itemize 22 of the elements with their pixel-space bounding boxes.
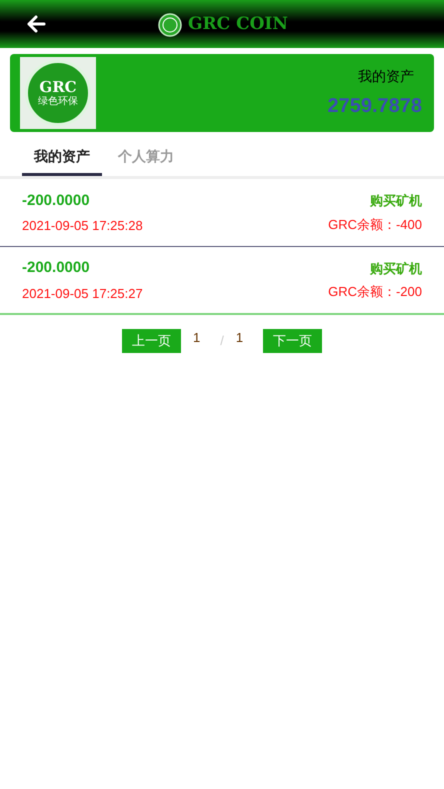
- record-time: 2021-09-05 17:25:28: [22, 217, 143, 235]
- prev-page-button[interactable]: 上一页: [122, 329, 181, 353]
- back-arrow-icon[interactable]: [26, 15, 46, 33]
- tab[interactable]: 个人算力: [116, 140, 176, 176]
- record-balance: GRC余额：-400: [328, 216, 422, 234]
- record-type: 购买矿机: [370, 260, 422, 278]
- logo-text: GRC: [39, 80, 77, 94]
- tab[interactable]: 我的资产: [22, 140, 102, 176]
- app-title: GRC COIN: [188, 13, 288, 36]
- logo-subtext: 绿色环保: [38, 96, 78, 106]
- next-page-button[interactable]: 下一页: [263, 329, 322, 353]
- record-amount: -200.0000: [22, 190, 91, 210]
- record-type: 购买矿机: [370, 192, 422, 210]
- page-separator: /: [220, 332, 224, 350]
- asset-label: 我的资产: [358, 66, 414, 86]
- record-amount: -200.0000: [22, 258, 91, 278]
- current-page: 1: [192, 329, 200, 348]
- asset-amount: 2759.7878: [327, 94, 422, 118]
- record-time: 2021-09-05 17:25:27: [22, 284, 143, 302]
- record-balance: GRC余额：-200: [328, 283, 422, 301]
- total-pages: 1: [236, 329, 244, 348]
- logo-icon: [158, 12, 182, 37]
